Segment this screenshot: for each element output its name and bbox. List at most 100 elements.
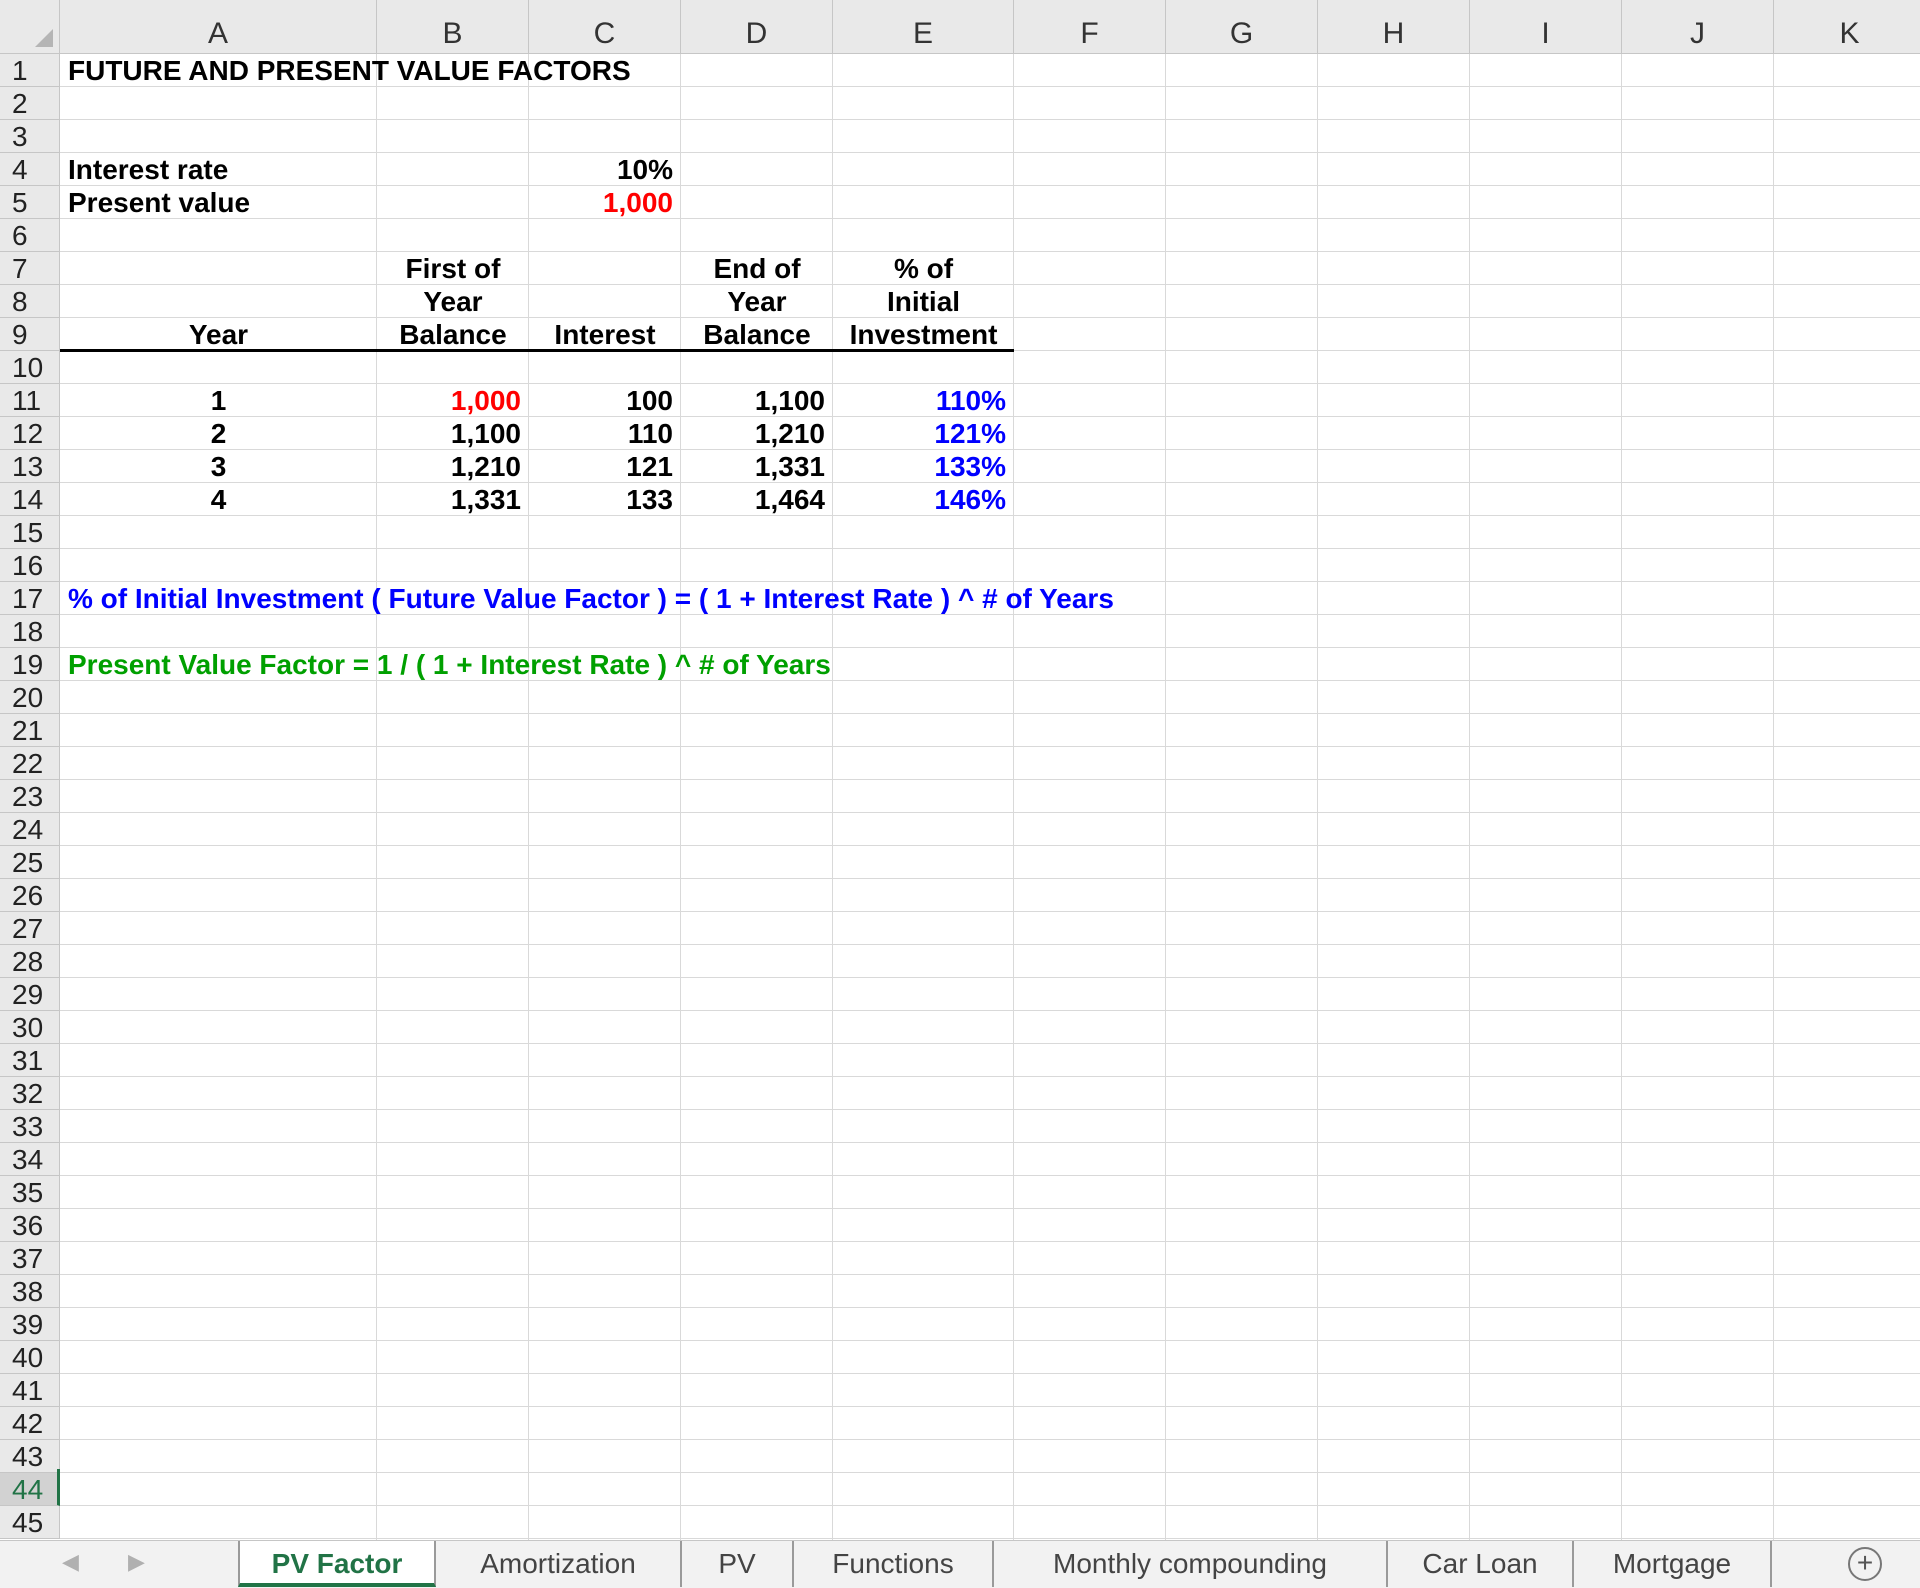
row-header[interactable]: 21 (0, 714, 60, 747)
cell-c11-interest[interactable]: 100 (529, 384, 681, 417)
tab-functions[interactable]: Functions (794, 1541, 994, 1587)
cell-a5-present-value-label[interactable]: Present value (60, 186, 377, 219)
row-header[interactable]: 16 (0, 549, 60, 582)
cell-b7-header[interactable]: First of (377, 252, 529, 285)
cell-a13-year[interactable]: 3 (60, 450, 377, 483)
row-header[interactable]: 45 (0, 1506, 60, 1539)
tab-monthly-compounding[interactable]: Monthly compounding (994, 1541, 1388, 1587)
row-header[interactable]: 38 (0, 1275, 60, 1308)
row-header[interactable]: 17 (0, 582, 60, 615)
row-header[interactable]: 12 (0, 417, 60, 450)
row-header[interactable]: 5 (0, 186, 60, 219)
row-header[interactable]: 20 (0, 681, 60, 714)
column-header-k[interactable]: K (1774, 0, 1920, 54)
row-header[interactable]: 26 (0, 879, 60, 912)
row-header[interactable]: 7 (0, 252, 60, 285)
row-header[interactable]: 4 (0, 153, 60, 186)
row-header[interactable]: 41 (0, 1374, 60, 1407)
row-header[interactable]: 11 (0, 384, 60, 417)
cell-c12-interest[interactable]: 110 (529, 417, 681, 450)
row-header[interactable]: 36 (0, 1209, 60, 1242)
cell-b9-header[interactable]: Balance (377, 318, 529, 351)
row-header[interactable]: 23 (0, 780, 60, 813)
cell-a17-fv-formula-note[interactable]: % of Initial Investment ( Future Value F… (60, 582, 1360, 615)
row-header[interactable]: 44 (0, 1473, 60, 1506)
row-header[interactable]: 28 (0, 945, 60, 978)
cell-e9-header[interactable]: Investment (833, 318, 1014, 351)
cell-c13-interest[interactable]: 121 (529, 450, 681, 483)
tab-pv-factor[interactable]: PV Factor (238, 1541, 436, 1587)
row-header[interactable]: 33 (0, 1110, 60, 1143)
tab-pv[interactable]: PV (682, 1541, 794, 1587)
column-header-d[interactable]: D (681, 0, 833, 54)
column-header-e[interactable]: E (833, 0, 1014, 54)
tab-car-loan[interactable]: Car Loan (1388, 1541, 1574, 1587)
cell-c9-header[interactable]: Interest (529, 318, 681, 351)
row-header[interactable]: 30 (0, 1011, 60, 1044)
row-header[interactable]: 14 (0, 483, 60, 516)
column-header-g[interactable]: G (1166, 0, 1318, 54)
column-header-f[interactable]: F (1014, 0, 1166, 54)
row-header[interactable]: 9 (0, 318, 60, 351)
row-header[interactable]: 18 (0, 615, 60, 648)
column-header-j[interactable]: J (1622, 0, 1774, 54)
cell-d11-end-balance[interactable]: 1,100 (681, 384, 833, 417)
cell-d9-header[interactable]: Balance (681, 318, 833, 351)
cell-c4-interest-rate-value[interactable]: 10% (529, 153, 681, 186)
spreadsheet-grid[interactable]: A B C D E F G H I J K 1 2 3 4 5 6 7 8 9 10 11 12 13 1… (0, 0, 1920, 1540)
row-header[interactable]: 32 (0, 1077, 60, 1110)
cell-e13-pct[interactable]: 133% (833, 450, 1014, 483)
cell-c14-interest[interactable]: 133 (529, 483, 681, 516)
column-header-h[interactable]: H (1318, 0, 1470, 54)
row-header[interactable]: 24 (0, 813, 60, 846)
row-header[interactable]: 35 (0, 1176, 60, 1209)
row-header[interactable]: 40 (0, 1341, 60, 1374)
cell-b13-first-balance[interactable]: 1,210 (377, 450, 529, 483)
cell-c5-present-value[interactable]: 1,000 (529, 186, 681, 219)
cell-d14-end-balance[interactable]: 1,464 (681, 483, 833, 516)
column-header-i[interactable]: I (1470, 0, 1622, 54)
cell-b8-header[interactable]: Year (377, 285, 529, 318)
add-sheet-icon[interactable]: + (1848, 1547, 1882, 1581)
tab-amortization[interactable]: Amortization (436, 1541, 682, 1587)
select-all-corner[interactable] (0, 0, 60, 54)
row-header[interactable]: 43 (0, 1440, 60, 1473)
row-header[interactable]: 6 (0, 219, 60, 252)
column-header-b[interactable]: B (377, 0, 529, 54)
row-header[interactable]: 34 (0, 1143, 60, 1176)
row-header[interactable]: 13 (0, 450, 60, 483)
cell-a4-interest-rate-label[interactable]: Interest rate (60, 153, 377, 186)
cell-a9-header[interactable]: Year (60, 318, 377, 351)
cell-a1-title[interactable]: FUTURE AND PRESENT VALUE FACTORS (60, 54, 840, 87)
cell-a11-year[interactable]: 1 (60, 384, 377, 417)
row-header[interactable]: 15 (0, 516, 60, 549)
cell-b11-first-balance[interactable]: 1,000 (377, 384, 529, 417)
row-header[interactable]: 39 (0, 1308, 60, 1341)
row-header[interactable]: 8 (0, 285, 60, 318)
row-header[interactable]: 37 (0, 1242, 60, 1275)
column-header-a[interactable]: A (60, 0, 377, 54)
row-header[interactable]: 10 (0, 351, 60, 384)
cell-d13-end-balance[interactable]: 1,331 (681, 450, 833, 483)
prev-sheet-icon[interactable]: ◀ (62, 1549, 79, 1575)
row-header[interactable]: 22 (0, 747, 60, 780)
row-header[interactable]: 42 (0, 1407, 60, 1440)
cell-a14-year[interactable]: 4 (60, 483, 377, 516)
row-header[interactable]: 25 (0, 846, 60, 879)
cell-e12-pct[interactable]: 121% (833, 417, 1014, 450)
cell-d8-header[interactable]: Year (681, 285, 833, 318)
cell-e7-header[interactable]: % of (833, 252, 1014, 285)
row-header[interactable]: 19 (0, 648, 60, 681)
row-header[interactable]: 27 (0, 912, 60, 945)
next-sheet-icon[interactable]: ▶ (128, 1549, 145, 1575)
column-header-c[interactable]: C (529, 0, 681, 54)
row-header[interactable]: 3 (0, 120, 60, 153)
tab-mortgage[interactable]: Mortgage (1574, 1541, 1772, 1587)
cell-e8-header[interactable]: Initial (833, 285, 1014, 318)
row-header[interactable]: 29 (0, 978, 60, 1011)
row-header[interactable]: 1 (0, 54, 60, 87)
cell-e11-pct[interactable]: 110% (833, 384, 1014, 417)
cell-d12-end-balance[interactable]: 1,210 (681, 417, 833, 450)
cell-a12-year[interactable]: 2 (60, 417, 377, 450)
cell-a19-pv-formula-note[interactable]: Present Value Factor = 1 / ( 1 + Interes… (60, 648, 1060, 681)
